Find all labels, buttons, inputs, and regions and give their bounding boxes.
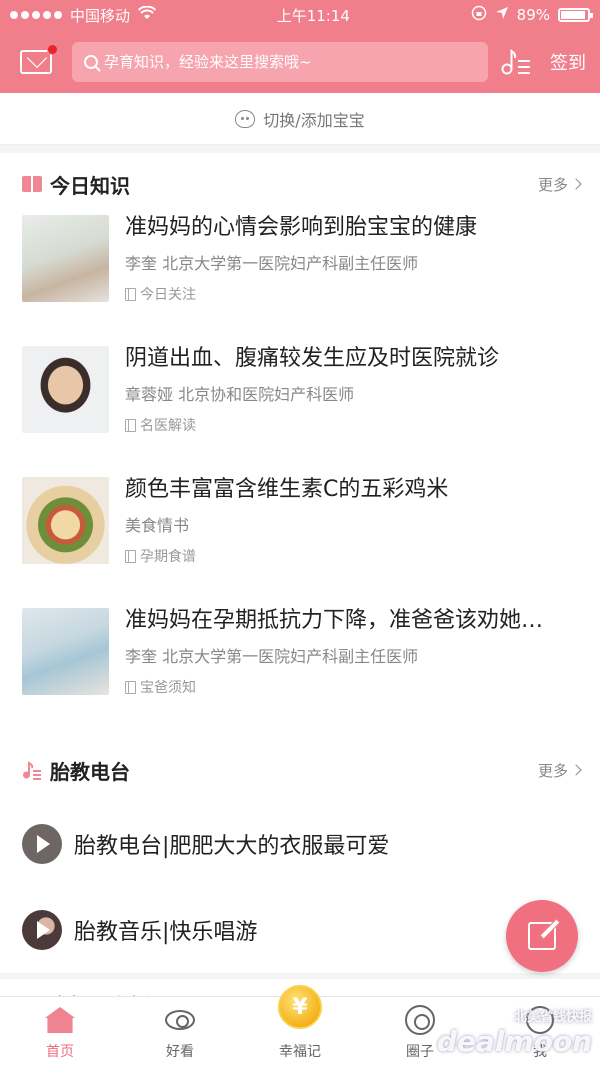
article-thumbnail [22,477,109,564]
eye-icon [165,1010,195,1030]
tab-bar: 首页 好看 ¥ 幸福记 圈子 我 [0,985,600,1066]
screen: 中国移动 上午11:14 89% 孕育知识，经验来这里搜索哦~ 签到 切换/添加… [0,0,600,1066]
radio-title: 胎教电台 [50,759,130,784]
tab-watch[interactable]: 好看 [120,997,240,1066]
tag-icon [125,287,136,301]
book-icon [22,176,42,192]
tab-label: 首页 [46,1044,74,1060]
tab-me[interactable]: 我 [480,997,600,1066]
article-thumbnail [22,346,109,433]
chevron-right-icon [570,178,582,190]
article-tag: 今日关注 [140,287,196,303]
location-icon [495,6,509,24]
tab-label: 好看 [166,1044,194,1060]
article-tag: 名医解读 [140,418,196,434]
baby-face-icon [235,109,256,128]
article-author: 美食情书 [125,516,190,535]
tab-label: 幸福记 [279,1044,321,1060]
article-title: 准妈妈在孕期抵抗力下降，准爸爸该劝她… [125,608,544,633]
profile-icon [526,1006,554,1034]
article-thumbnail [22,215,109,302]
carrier: 中国移动 [70,6,131,25]
circle-icon [405,1005,435,1035]
signal-icon [10,11,62,19]
article-thumbnail [22,608,109,695]
article-title: 颜色丰富富含维生素C的五彩鸡米 [125,477,449,502]
knowledge-title: 今日知识 [50,173,130,198]
tab-circle[interactable]: 圈子 [360,997,480,1066]
coin-icon: ¥ [278,985,322,1029]
play-icon[interactable] [22,824,62,864]
radio-item-label: 胎教电台|肥肥大大的衣服最可爱 [74,834,390,859]
article-title: 阴道出血、腹痛较发生应及时医院就诊 [125,346,500,371]
tag-icon [125,549,136,563]
header: 孕育知识，经验来这里搜索哦~ 签到 [0,30,600,93]
switch-baby-label: 切换/添加宝宝 [263,110,365,130]
article-author: 章蓉娅 北京协和医院妇产科医师 [125,385,355,404]
article-item[interactable]: 准妈妈在孕期抵抗力下降，准爸爸该劝她… 李奎 北京大学第一医院妇产科副主任医师 … [0,608,600,739]
article-author: 李奎 北京大学第一医院妇产科副主任医师 [125,254,419,273]
top-bar: 中国移动 上午11:14 89% 孕育知识，经验来这里搜索哦~ 签到 [0,0,600,93]
edit-icon [528,922,556,950]
knowledge-section: 今日知识 更多 准妈妈的心情会影响到胎宝宝的健康 李奎 北京大学第一医院妇产科副… [0,153,600,973]
tab-label: 圈子 [406,1044,434,1060]
status-bar: 中国移动 上午11:14 89% [0,0,600,30]
tab-happiness[interactable]: ¥ 幸福记 [240,985,360,1066]
chevron-right-icon [570,764,582,776]
article-tag: 孕期食谱 [140,549,196,565]
compose-button[interactable] [506,900,578,972]
battery-icon [558,8,593,22]
lock-rotation-icon [471,5,487,25]
music-list-icon[interactable] [500,46,532,78]
radio-section-head: 胎教电台 更多 [0,739,600,801]
radio-more-link[interactable]: 更多 [537,760,582,781]
mail-icon[interactable] [20,43,58,74]
status-time: 上午11:14 [276,6,350,25]
music-note-icon [22,760,42,780]
switch-baby-button[interactable]: 切换/添加宝宝 [0,93,600,145]
home-icon [45,1007,75,1033]
tag-icon [125,680,136,694]
radio-item[interactable]: 胎教电台|肥肥大大的衣服最可爱 [0,801,600,887]
article-item[interactable]: 阴道出血、腹痛较发生应及时医院就诊 章蓉娅 北京协和医院妇产科医师 名医解读 [0,346,600,477]
search-input[interactable]: 孕育知识，经验来这里搜索哦~ [72,41,488,82]
play-icon[interactable] [22,910,62,950]
tab-home[interactable]: 首页 [0,997,120,1066]
tab-label: 我 [533,1044,547,1060]
more-label: 更多 [537,175,568,194]
radio-item-label: 胎教音乐|快乐唱游 [74,920,258,945]
unread-dot [47,43,58,55]
more-label: 更多 [537,761,568,780]
tag-icon [125,418,136,432]
knowledge-more-link[interactable]: 更多 [537,174,582,195]
article-item[interactable]: 准妈妈的心情会影响到胎宝宝的健康 李奎 北京大学第一医院妇产科副主任医师 今日关… [0,215,600,346]
article-author: 李奎 北京大学第一医院妇产科副主任医师 [125,647,419,666]
article-tag: 宝爸须知 [140,680,196,696]
search-icon [84,54,98,69]
signin-button[interactable]: 签到 [550,49,586,75]
battery-percent: 89% [516,6,550,24]
wifi-icon [137,5,157,24]
article-item[interactable]: 颜色丰富富含维生素C的五彩鸡米 美食情书 孕期食谱 [0,477,600,608]
article-title: 准妈妈的心情会影响到胎宝宝的健康 [125,215,478,240]
search-placeholder: 孕育知识，经验来这里搜索哦~ [104,53,312,71]
